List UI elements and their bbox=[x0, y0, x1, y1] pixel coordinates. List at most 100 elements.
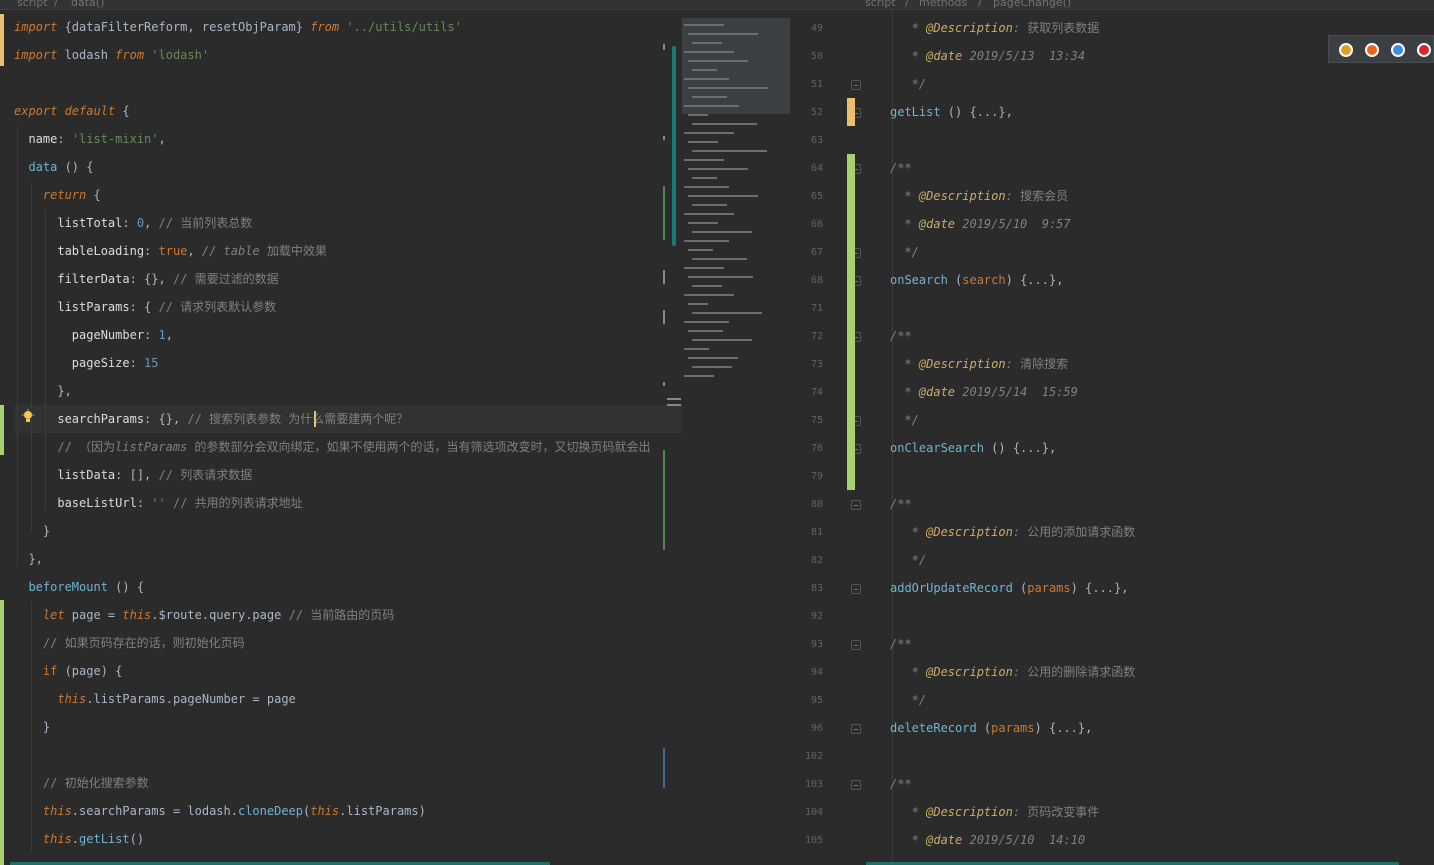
code-line[interactable]: } bbox=[14, 517, 50, 545]
code-token: listData bbox=[14, 468, 116, 482]
code-line[interactable]: onClearSearch () {...}, bbox=[890, 434, 1056, 462]
code-line[interactable]: baseListUrl: '' // 共用的列表请求地址 bbox=[14, 489, 302, 517]
code-line[interactable]: onSearch (search) {...}, bbox=[890, 266, 1063, 294]
safari-icon[interactable] bbox=[1391, 43, 1405, 57]
code-line[interactable]: pageSize: 15 bbox=[14, 349, 159, 377]
code-line[interactable]: pageNumber: 1, bbox=[14, 321, 173, 349]
fold-toggle-icon[interactable] bbox=[851, 500, 861, 510]
code-line[interactable]: filterData: {}, // 需要过滤的数据 bbox=[14, 265, 278, 293]
code-line[interactable]: listTotal: 0, // 当前列表总数 bbox=[14, 209, 252, 237]
code-line[interactable]: */ bbox=[890, 406, 918, 434]
code-line[interactable]: /** bbox=[890, 322, 912, 350]
code-line[interactable]: * @Description: 清除搜索 bbox=[890, 350, 1068, 378]
code-line[interactable]: data () { bbox=[14, 153, 93, 181]
breadcrumb-left-script[interactable]: script bbox=[17, 0, 48, 9]
code-line[interactable]: deleteRecord (params) {...}, bbox=[890, 714, 1092, 742]
code-token: {...} bbox=[1012, 441, 1049, 455]
code-line[interactable]: }, bbox=[14, 377, 71, 405]
code-line[interactable]: listParams: { // 请求列表默认参数 bbox=[14, 293, 276, 321]
fold-toggle-icon[interactable] bbox=[851, 80, 861, 90]
line-number: 96 bbox=[810, 723, 823, 734]
code-line[interactable]: searchParams: {}, // 搜索列表参数 为什么需要建两个呢？ bbox=[14, 405, 408, 433]
code-line[interactable]: * @Description: 公用的添加请求函数 bbox=[890, 518, 1136, 546]
minimap-line bbox=[692, 231, 752, 233]
code-line[interactable]: beforeMount () { bbox=[14, 573, 144, 601]
code-token: 加载中效果 bbox=[266, 244, 327, 258]
minimap-line bbox=[692, 312, 762, 314]
code-line[interactable]: return { bbox=[14, 181, 101, 209]
code-line[interactable]: // 如果页码存在的话，则初始化页码 bbox=[14, 629, 245, 657]
error-stripe[interactable] bbox=[660, 10, 682, 865]
code-line[interactable]: * @Description: 页码改变事件 bbox=[890, 798, 1100, 826]
line-number: 103 bbox=[804, 779, 823, 790]
code-line[interactable]: /** bbox=[890, 490, 912, 518]
minimap-line bbox=[684, 213, 734, 215]
code-token: 2019/5/13 13:34 bbox=[962, 49, 1086, 63]
code-token: let bbox=[14, 608, 65, 622]
code-line[interactable]: addOrUpdateRecord (params) {...}, bbox=[890, 574, 1128, 602]
code-line[interactable]: */ bbox=[890, 686, 926, 714]
code-line[interactable]: * @Description: 获取列表数据 bbox=[890, 14, 1100, 42]
code-line[interactable]: /** bbox=[890, 630, 912, 658]
code-line[interactable]: */ bbox=[890, 238, 918, 266]
fold-toggle-icon[interactable] bbox=[851, 640, 861, 650]
code-line[interactable]: /** bbox=[890, 154, 912, 182]
fold-toggle-icon[interactable] bbox=[851, 724, 861, 734]
minimap-line bbox=[688, 114, 708, 116]
code-token: tableLoading bbox=[14, 244, 145, 258]
code-token: listParams bbox=[115, 440, 188, 454]
code-line[interactable]: */ bbox=[890, 70, 926, 98]
code-line[interactable]: name: 'list-mixin', bbox=[14, 125, 165, 153]
code-token: import bbox=[14, 48, 58, 62]
code-line[interactable]: this.getList() bbox=[14, 825, 144, 853]
breadcrumb-right-pagechange[interactable]: pageChange() bbox=[993, 0, 1071, 9]
code-token: lodash bbox=[57, 48, 116, 62]
code-token: 2019/5/10 9:57 bbox=[955, 217, 1071, 231]
code-token: 0 bbox=[136, 216, 145, 230]
code-line[interactable]: * @date 2019/5/10 9:57 bbox=[890, 210, 1071, 238]
breadcrumb-right-script[interactable]: script bbox=[865, 0, 896, 9]
scroll-thumb[interactable] bbox=[672, 46, 676, 246]
minimap-line bbox=[688, 249, 713, 251]
fold-toggle-icon[interactable] bbox=[851, 584, 861, 594]
code-token: .listParams.pageNumber = page bbox=[86, 692, 296, 706]
code-line[interactable]: import {dataFilterReform, resetObjParam}… bbox=[14, 13, 462, 41]
editor-right[interactable]: * @Description: 获取列表数据 * @date 2019/5/13… bbox=[870, 10, 1434, 865]
code-token: { bbox=[115, 104, 130, 118]
code-line[interactable]: * @Description: 搜索会员 bbox=[890, 182, 1068, 210]
opera-icon[interactable] bbox=[1417, 43, 1431, 57]
minimap-line bbox=[692, 96, 727, 98]
code-line[interactable]: listData: [], // 列表请求数据 bbox=[14, 461, 252, 489]
code-line[interactable]: if (page) { bbox=[14, 657, 123, 685]
code-line[interactable]: import lodash from 'lodash' bbox=[14, 41, 209, 69]
minimap-line bbox=[688, 303, 708, 305]
code-line[interactable]: * @date 2019/5/13 13:34 bbox=[890, 42, 1085, 70]
line-number: 49 bbox=[810, 23, 823, 34]
code-line[interactable]: */ bbox=[890, 546, 926, 574]
code-line[interactable]: // （因为listParams 的参数部分会双向绑定，如果不使用两个的话，当有… bbox=[14, 433, 650, 461]
code-token: } bbox=[14, 524, 51, 538]
code-line[interactable]: export default { bbox=[14, 97, 130, 125]
code-line[interactable]: } bbox=[14, 713, 50, 741]
fold-toggle-icon[interactable] bbox=[851, 780, 861, 790]
line-number: 52 bbox=[810, 107, 823, 118]
code-line[interactable]: * @date 2019/5/10 14:10 bbox=[890, 826, 1085, 854]
code-line[interactable]: * @date 2019/5/14 15:59 bbox=[890, 378, 1077, 406]
code-line[interactable]: * @Description: 公用的删除请求函数 bbox=[890, 658, 1136, 686]
code-line[interactable]: tableLoading: true, // table 加载中效果 bbox=[14, 237, 327, 265]
code-line[interactable]: this.searchParams = lodash.cloneDeep(thi… bbox=[14, 797, 426, 825]
code-token: ) bbox=[1005, 273, 1021, 287]
code-line[interactable]: this.listParams.pageNumber = page bbox=[14, 685, 296, 713]
code-line[interactable]: }, bbox=[14, 545, 42, 573]
code-line[interactable]: let page = this.$route.query.page // 当前路… bbox=[14, 601, 394, 629]
code-line[interactable]: // 初始化搜索参数 bbox=[14, 769, 149, 797]
code-line[interactable]: getList () {...}, bbox=[890, 98, 1013, 126]
breadcrumb-left-data[interactable]: data() bbox=[71, 0, 104, 9]
breadcrumb-right-methods[interactable]: methods bbox=[919, 0, 967, 9]
code-token: listTotal bbox=[14, 216, 123, 230]
chrome-icon[interactable] bbox=[1339, 43, 1353, 57]
firefox-icon[interactable] bbox=[1365, 43, 1379, 57]
code-line[interactable]: /** bbox=[890, 770, 912, 798]
minimap[interactable] bbox=[682, 10, 792, 390]
scroll-grip-icon[interactable] bbox=[667, 398, 681, 406]
